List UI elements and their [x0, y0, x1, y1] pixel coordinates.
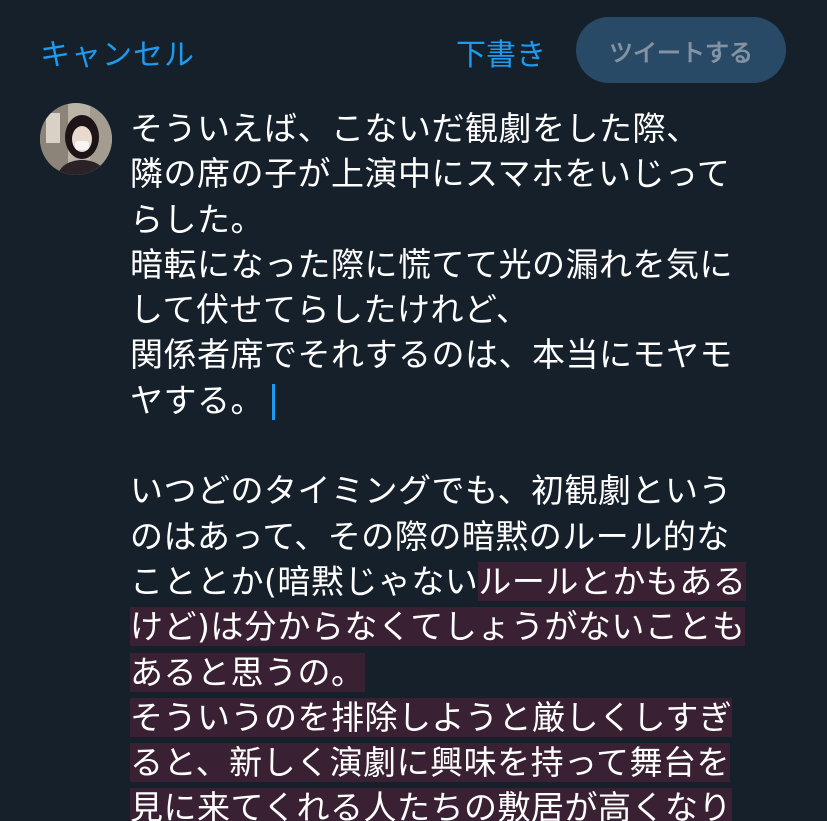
overlimit-text: そういうのを排除しようと厳しくしすぎ: [130, 697, 733, 737]
overlimit-text: 見に来てくれる人たちの敷居が高くなり: [130, 788, 733, 821]
compose-blank-line: [130, 423, 790, 468]
text-caret: [272, 384, 275, 421]
compose-line: こととか(暗黙じゃないルールとかもある: [130, 559, 790, 604]
overlimit-text: けど)は分からなくてしょうがないことも: [130, 607, 746, 647]
compose-line-with-caret: ヤする。: [130, 378, 790, 423]
compose-line-overlimit: 見に来てくれる人たちの敷居が高くなり: [130, 785, 790, 821]
compose-header: キャンセル 下書き ツイートする: [0, 0, 827, 100]
avatar: [40, 103, 112, 175]
overlimit-text: ルールとかもある: [478, 561, 747, 601]
compose-line: 関係者席でそれするのは、本当にモヤモ: [130, 335, 733, 375]
overlimit-text: あると思うの。: [130, 652, 365, 692]
tweet-button[interactable]: ツイートする: [576, 17, 786, 83]
compose-line-text: こととか(暗黙じゃない: [130, 561, 479, 601]
compose-line: して伏せてらしたけれど、: [130, 290, 530, 330]
compose-line: らした。: [130, 199, 264, 239]
compose-line-overlimit: そういうのを排除しようと厳しくしすぎ: [130, 695, 790, 740]
overlimit-text: ると、新しく演劇に興味を持って舞台を: [130, 743, 731, 783]
compose-line: そういえば、こないだ観劇をした際、: [130, 109, 700, 148]
avatar-photo-icon: [40, 103, 112, 175]
compose-line: いつどのタイミングでも、初観劇という: [130, 471, 733, 511]
cancel-button[interactable]: キャンセル: [40, 30, 195, 74]
tweet-compose-textarea[interactable]: そういえば、こないだ観劇をした際、 隣の席の子が上演中にスマホをいじって らした…: [130, 106, 790, 821]
compose-line-overlimit: けど)は分からなくてしょうがないことも: [130, 604, 790, 649]
compose-line-text: ヤする。: [130, 380, 264, 420]
compose-line: のはあって、その際の暗黙のルール的な: [130, 516, 730, 556]
compose-line-overlimit: ると、新しく演劇に興味を持って舞台を: [130, 740, 790, 785]
drafts-button[interactable]: 下書き: [456, 30, 546, 74]
compose-line: 暗転になった際に慌てて光の漏れを気に: [130, 244, 733, 284]
compose-line: 隣の席の子が上演中にスマホをいじって: [130, 154, 731, 194]
compose-line-overlimit: あると思うの。: [130, 650, 790, 695]
